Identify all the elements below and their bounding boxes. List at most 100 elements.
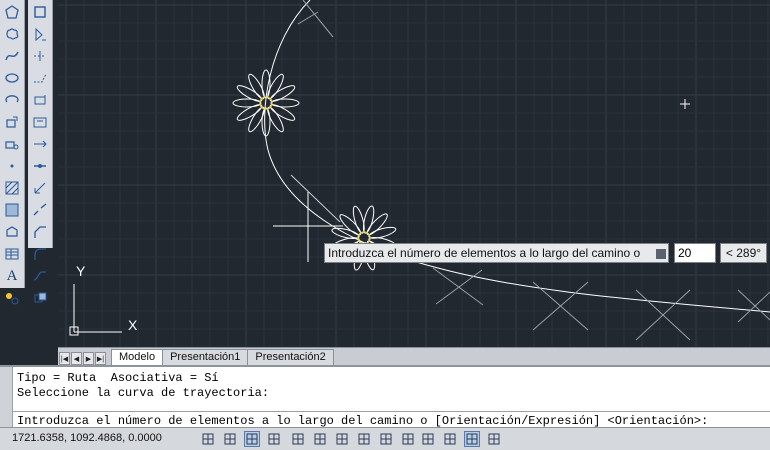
modify-toolbar — [28, 0, 53, 303]
table-tool-button[interactable] — [2, 244, 22, 264]
ellipse-arc-icon — [5, 95, 19, 103]
ortho-mode-button[interactable] — [266, 431, 282, 447]
dynamic-input-icon — [402, 433, 414, 445]
hatch-tool-button[interactable] — [2, 178, 22, 198]
scale-tool-button[interactable] — [30, 112, 50, 132]
snap-mode-button[interactable] — [222, 431, 238, 447]
dynamic-prompt-text: Introduzca el número de elementos a lo l… — [328, 246, 641, 260]
polygon-tool-button[interactable] — [2, 2, 22, 22]
model-space-drawing[interactable]: Y X — [58, 0, 770, 347]
transparency-icon — [444, 433, 456, 445]
ellipse-tool-button[interactable] — [2, 68, 22, 88]
revision-cloud-tool-button[interactable] — [2, 24, 22, 44]
transparency-button[interactable] — [442, 431, 458, 447]
fillet-icon — [34, 248, 46, 260]
status-bar: 1721.6358, 1092.4868, 0.0000 — [0, 427, 770, 450]
tab-presentation1[interactable]: Presentación1 — [162, 349, 249, 365]
region-icon — [6, 226, 18, 237]
object-snap-tracking-button[interactable] — [356, 431, 372, 447]
break-icon — [33, 203, 47, 216]
make-block-icon — [5, 141, 19, 150]
tab-presentation2[interactable]: Presentación2 — [247, 349, 334, 365]
rotate-icon — [34, 95, 46, 105]
3d-object-snap-button[interactable] — [334, 431, 350, 447]
history-line: Seleccione la curva de trayectoria: — [17, 386, 270, 400]
history-line: Tipo = Ruta Asociativa = Sí — [17, 371, 219, 385]
extend-icon — [34, 182, 46, 194]
grid-display-button[interactable] — [244, 431, 260, 447]
layout-tabs-bar: |◀ ◀ ▶ ▶| Modelo Presentación1 Presentac… — [58, 347, 770, 365]
dynamic-ucs-icon — [380, 433, 392, 445]
break-tool-button[interactable] — [30, 200, 50, 220]
ellipse-icon — [5, 73, 19, 83]
ortho-mode-icon — [268, 433, 280, 445]
blend-curves-tool-button[interactable] — [30, 266, 50, 286]
drawing-area[interactable]: Y X — [58, 0, 770, 347]
prompt-options-arrow-icon[interactable] — [656, 249, 666, 259]
stretch-icon — [34, 140, 47, 148]
region-tool-button[interactable] — [2, 222, 22, 242]
chamfer-tool-button[interactable] — [30, 222, 50, 242]
lineweight-button[interactable] — [420, 431, 436, 447]
last-layout-button[interactable]: ▶| — [95, 352, 106, 365]
command-line: Tipo = Ruta Asociativa = Sí Seleccione la… — [0, 365, 770, 429]
spline-tool-button[interactable] — [2, 46, 22, 66]
add-selected-icon — [6, 293, 19, 305]
tab-model[interactable]: Modelo — [111, 349, 164, 365]
command-history: Tipo = Ruta Asociativa = Sí Seleccione la… — [17, 371, 269, 401]
offset-tool-button[interactable] — [30, 24, 50, 44]
previous-layout-button[interactable]: ◀ — [71, 352, 82, 365]
polar-tracking-icon — [292, 433, 304, 445]
first-layout-button[interactable]: |◀ — [59, 352, 70, 365]
object-snap-button[interactable] — [312, 431, 328, 447]
chamfer-icon — [34, 226, 46, 238]
path-curve[interactable] — [264, 0, 770, 313]
flower-block[interactable] — [232, 69, 300, 137]
polygon-icon — [5, 5, 19, 19]
fillet-tool-button[interactable] — [30, 244, 50, 264]
ucs-icon — [69, 284, 122, 336]
move-tool-button[interactable] — [30, 68, 50, 88]
3d-object-snap-icon — [336, 433, 348, 445]
trim-tool-button[interactable] — [30, 156, 50, 176]
next-layout-button[interactable]: ▶ — [83, 352, 94, 365]
object-snap-tracking-icon — [358, 433, 370, 445]
hatch-icon — [5, 181, 19, 195]
polar-tracking-button[interactable] — [290, 431, 306, 447]
explode-tool-button[interactable] — [30, 288, 50, 308]
mirror-tool-button[interactable] — [30, 2, 50, 22]
extend-tool-button[interactable] — [30, 178, 50, 198]
rotate-tool-button[interactable] — [30, 90, 50, 110]
array-marker-x — [635, 289, 691, 341]
coordinate-readout[interactable]: 1721.6358, 1092.4868, 0.0000 — [12, 432, 162, 444]
lineweight-icon — [422, 433, 434, 445]
selection-cycling-button[interactable] — [486, 431, 502, 447]
dynamic-input-button[interactable] — [400, 431, 416, 447]
selection-cycling-icon — [488, 433, 500, 445]
quick-properties-button[interactable] — [464, 431, 480, 447]
array-tool-button[interactable] — [30, 46, 50, 66]
dynamic-number-input[interactable] — [674, 243, 716, 263]
array-marker-x — [432, 267, 484, 306]
infer-constraints-icon — [202, 433, 214, 445]
snap-mode-icon — [224, 433, 236, 445]
dynamic-ucs-button[interactable] — [378, 431, 394, 447]
spline-icon — [5, 51, 19, 61]
insert-block-icon — [6, 116, 18, 128]
make-block-tool-button[interactable] — [2, 134, 22, 154]
move-icon — [34, 73, 47, 83]
ellipse-arc-tool-button[interactable] — [2, 90, 22, 110]
stretch-tool-button[interactable] — [30, 134, 50, 154]
insert-block-tool-button[interactable] — [2, 112, 22, 132]
ucs-y-label: Y — [76, 263, 86, 279]
infer-constraints-button[interactable] — [200, 431, 216, 447]
multiline-text-tool-button[interactable]: A — [2, 266, 22, 286]
add-selected-tool-button[interactable] — [2, 288, 22, 308]
angle-tooltip: < 289° — [720, 243, 767, 263]
quick-properties-icon — [464, 431, 480, 447]
blend-curves-icon — [33, 271, 46, 281]
multiline-text-icon: A — [6, 267, 18, 284]
command-prompt-text: Introduzca el número de elementos a lo l… — [17, 414, 709, 428]
point-tool-button[interactable] — [2, 156, 22, 176]
gradient-tool-button[interactable] — [2, 200, 22, 220]
